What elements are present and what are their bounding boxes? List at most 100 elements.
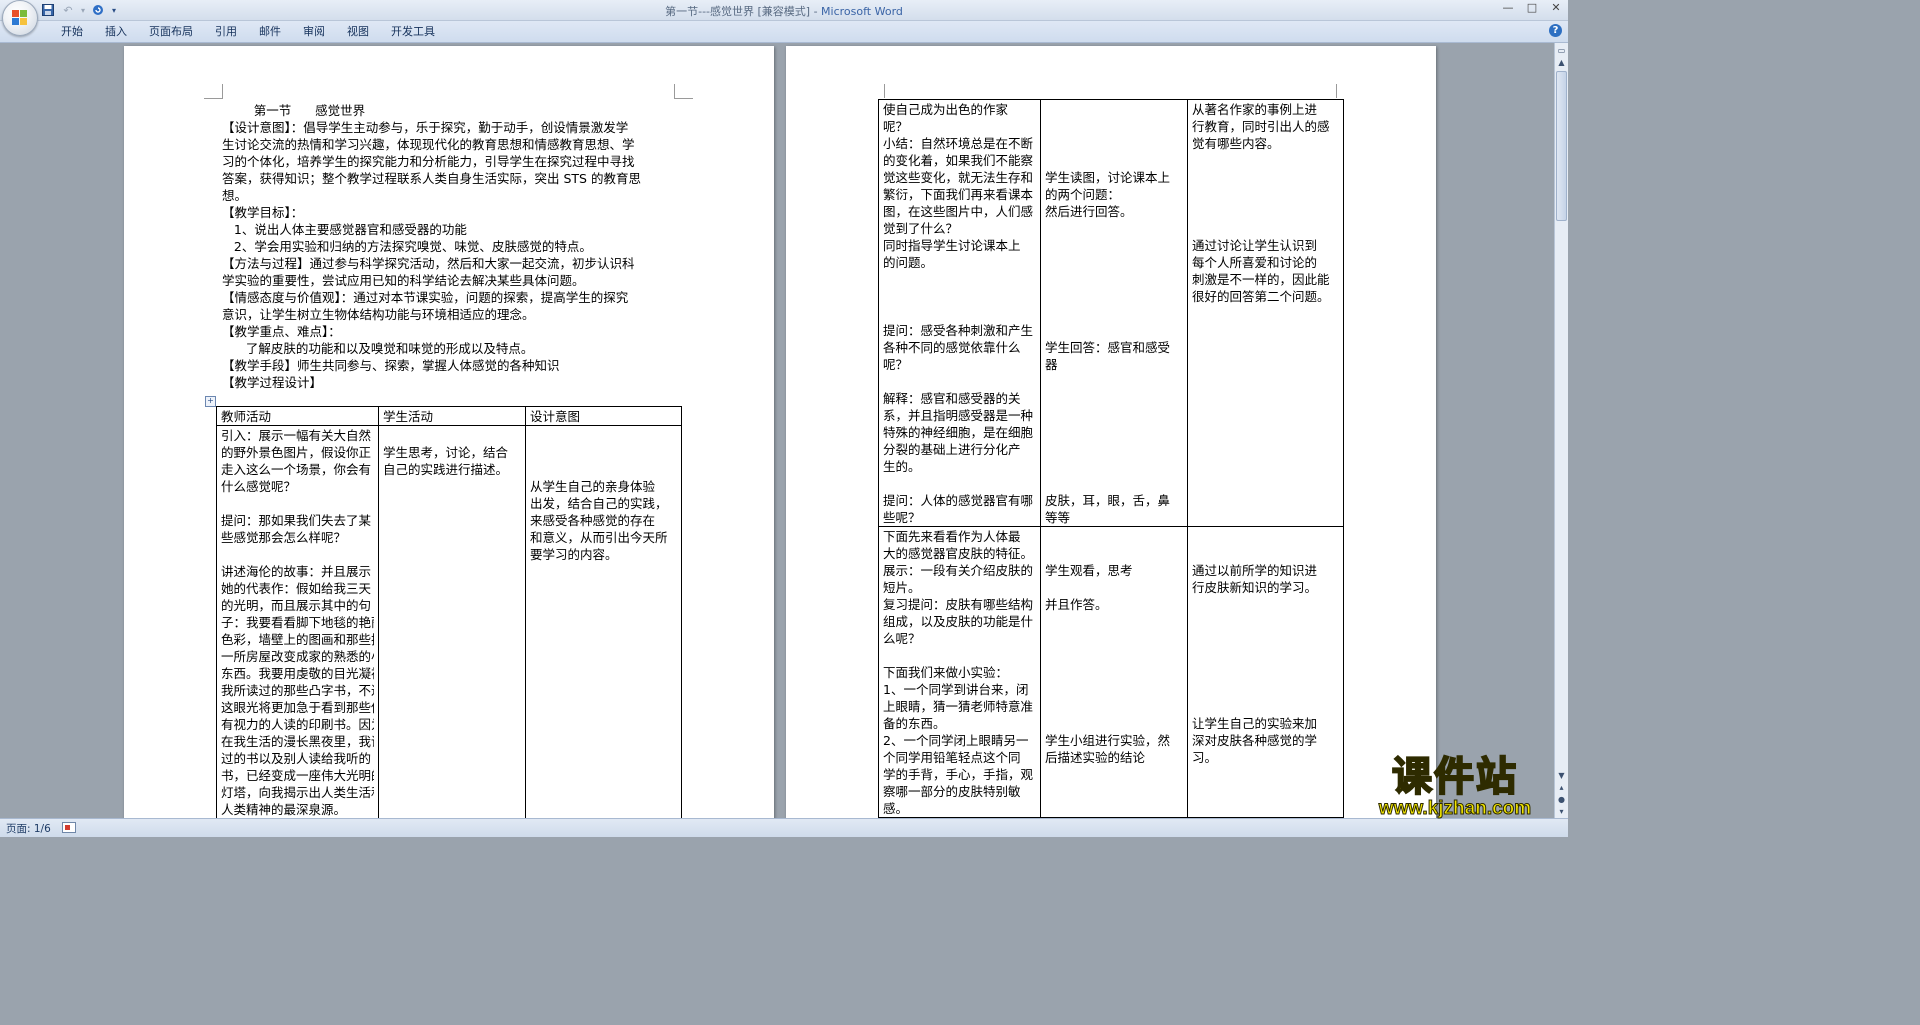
- cell-text-line: 她的代表作：假如给我三天: [221, 581, 372, 596]
- cell-text-line: 繁衍，下面我们再来看课本: [883, 187, 1034, 202]
- ribbon-tab[interactable]: 视图: [336, 24, 380, 39]
- table-row: 下面先来看看作为人体最 大的感觉器官皮肤的特征。 展示：一段有关介绍皮肤的 短片。 复习…: [878, 526, 1344, 818]
- maximize-icon[interactable]: □: [1524, 1, 1540, 15]
- cell-text-line: [1045, 135, 1183, 152]
- lesson-table: 教师活动 学生活动 设计意图 引入：展示一幅有关大自然 的野外景色图片，假设你正走…: [216, 406, 682, 819]
- previous-page-icon[interactable]: ▴: [1556, 782, 1567, 793]
- cell-text-line: [383, 529, 521, 546]
- student-activity-cell[interactable]: 学生读图，讨论课本上 的两个问题： 然后进行回答。 学生回答：感官和感受器皮肤，耳，眼…: [1040, 99, 1188, 527]
- cell-text-line: 觉有哪些内容。: [1192, 136, 1280, 151]
- close-icon[interactable]: ✕: [1548, 1, 1564, 15]
- cell-text-line: [883, 647, 1036, 664]
- cell-text-line: 子：我要看看脚下地毯的艳丽: [221, 615, 374, 630]
- proofing-status-icon[interactable]: [62, 822, 76, 833]
- header-design-intent: 设计意图: [525, 406, 682, 426]
- table-move-handle-icon[interactable]: +: [205, 396, 216, 407]
- cell-text-line: [383, 801, 521, 818]
- cell-text-line: [1045, 579, 1183, 596]
- cell-text-line: [1045, 545, 1183, 562]
- vertical-scrollbar[interactable]: ▭ ▲ ▼ ▴ ● ▾: [1554, 43, 1568, 819]
- ribbon-tab[interactable]: 开发工具: [380, 24, 446, 39]
- cell-text-line: 各种不同的感觉依靠什么: [883, 340, 1021, 355]
- body-line: 1、说出人体主要感觉器官和感受器的功能: [222, 222, 467, 237]
- student-activity-cell[interactable]: 学生观看，思考 并且作答。 学生小组进行实验，然 后描述实验的结论: [1040, 526, 1188, 818]
- design-intent-cell[interactable]: 通过以前所学的知识进 行皮肤新知识的学习。 让学生自己的实验来加 深对皮肤各种感觉的学…: [1187, 526, 1344, 818]
- ribbon-tab[interactable]: 页面布局: [138, 24, 204, 39]
- cell-text-line: [383, 767, 521, 784]
- cell-text-line: 很好的回答第二个问题。: [1192, 289, 1330, 304]
- body-line: 学实验的重要性，尝试应用已知的科学结论去解决某些具体问题。: [222, 273, 585, 288]
- document-workspace[interactable]: 第一节 感觉世界 【设计意图】：倡导学生主动参与，乐于探究，勤于动手，创设情景激发…: [0, 43, 1555, 819]
- minimize-icon[interactable]: —: [1500, 1, 1516, 15]
- teacher-activity-cell[interactable]: 使自己成为出色的作家 呢？ 小结：自然环境总是在不断 的变化着，如果我们不能察 觉这些变…: [878, 99, 1041, 527]
- cell-text-line: 些感觉那会怎么样呢？: [221, 530, 347, 545]
- cell-text-line: 下面我们来做小实验：: [883, 665, 1009, 680]
- cell-text-line: [1045, 322, 1183, 339]
- ribbon-tab[interactable]: 邮件: [248, 24, 292, 39]
- body-line: 答案，获得知识；整个教学过程联系人类自身生活实际，突出 STS 的教育思: [222, 171, 641, 186]
- cell-text-line: 和意义，从而引出今天所: [530, 530, 668, 545]
- teacher-activity-cell[interactable]: 引入：展示一幅有关大自然 的野外景色图片，假设你正 走入这么一个场景，你会有 什么感觉…: [216, 425, 379, 819]
- cell-text-line: 提问：那如果我们失去了某: [221, 513, 372, 528]
- office-button[interactable]: [2, 0, 38, 36]
- design-intent-cell[interactable]: 从学生自己的亲身体验 出发，结合自己的实践， 来感受各种感觉的存在 和意义，从而引出今…: [525, 425, 682, 819]
- cell-text-line: [530, 631, 677, 648]
- cell-text-line: 复习提问：皮肤有哪些结构: [883, 597, 1034, 612]
- cell-text-line: 展示：一段有关介绍皮肤的: [883, 563, 1034, 578]
- cell-text-line: [383, 750, 521, 767]
- scroll-down-icon[interactable]: ▼: [1556, 770, 1567, 781]
- cell-text-line: 人类精神的最深泉源。: [221, 802, 347, 817]
- cell-text-line: [530, 784, 677, 801]
- cell-text-line: 习。: [1192, 750, 1218, 765]
- cell-text-line: [1045, 424, 1183, 441]
- cell-text-line: 有视力的人读的印刷书。因为: [221, 717, 374, 732]
- ribbon-tab[interactable]: 审阅: [292, 24, 336, 39]
- document-page-2[interactable]: 使自己成为出色的作家 呢？ 小结：自然环境总是在不断 的变化着，如果我们不能察 觉这些变…: [786, 46, 1436, 819]
- cell-text-line: [383, 665, 521, 682]
- cell-text-line: 特殊的神经细胞，是在细胞: [883, 425, 1034, 440]
- document-page-1[interactable]: 第一节 感觉世界 【设计意图】：倡导学生主动参与，乐于探究，勤于动手，创设情景激发…: [124, 46, 774, 819]
- crop-mark: [1336, 84, 1355, 98]
- student-activity-cell[interactable]: 学生思考，讨论，结合自己的实践进行描述。学生回答: [378, 425, 526, 819]
- cell-text-line: [530, 750, 677, 767]
- cell-text-line: [1192, 356, 1339, 373]
- cell-text-line: 2、一个同学闭上眼睛另一: [883, 733, 1029, 748]
- browse-object-icon[interactable]: ●: [1556, 794, 1567, 805]
- cell-text-line: 并且作答。: [1045, 597, 1108, 612]
- cell-text-line: 从著名作家的事例上进: [1192, 102, 1318, 117]
- cell-text-line: 备的东西。: [883, 716, 946, 731]
- ribbon-tab[interactable]: 开始: [50, 24, 94, 39]
- body-line: 【教学目标】：: [222, 205, 304, 220]
- ruler-toggle-icon[interactable]: ▭: [1556, 45, 1567, 56]
- body-line: 【教学过程设计】: [222, 375, 323, 390]
- cell-text-line: 器: [1045, 357, 1058, 372]
- ribbon-tab[interactable]: 引用: [204, 24, 248, 39]
- design-intent-cell[interactable]: 从著名作家的事例上进 行教育，同时引出人的感 觉有哪些内容。 通过讨论让学生认识到 每个…: [1187, 99, 1344, 527]
- page-number-status[interactable]: 页面: 1/6: [6, 821, 51, 836]
- cell-text-line: [1192, 528, 1339, 545]
- cell-text-line: 学生回答：感官和感受: [1045, 340, 1171, 355]
- cell-text-line: [530, 699, 677, 716]
- cell-text-line: 大的感觉器官皮肤的特征。: [883, 546, 1034, 561]
- teacher-activity-cell[interactable]: 下面先来看看作为人体最 大的感觉器官皮肤的特征。 展示：一段有关介绍皮肤的 短片。 复习…: [878, 526, 1041, 818]
- scrollbar-thumb[interactable]: [1556, 71, 1567, 221]
- ribbon-tabs: 开始 插入 页面布局 引用 邮件 审阅 视图 开发工具: [50, 24, 446, 39]
- next-page-icon[interactable]: ▾: [1556, 806, 1567, 817]
- cell-text-line: [383, 631, 521, 648]
- cell-text-line: [1192, 698, 1339, 715]
- header-student-activity: 学生活动: [378, 406, 526, 426]
- cell-text-line: [530, 580, 677, 597]
- cell-text-line: [221, 546, 374, 563]
- help-icon[interactable]: ?: [1549, 24, 1562, 37]
- body-line: 意识，让学生树立生物体结构功能与环境相适应的理念。: [222, 307, 535, 322]
- cell-text-line: [1192, 596, 1339, 613]
- scroll-up-icon[interactable]: ▲: [1556, 57, 1567, 68]
- ribbon-tab[interactable]: 插入: [94, 24, 138, 39]
- cell-text-line: 提问：感受各种刺激和产生: [883, 323, 1034, 338]
- cell-text-line: [1192, 339, 1339, 356]
- cell-text-line: [1192, 441, 1339, 458]
- cell-text-line: [883, 475, 1036, 492]
- cell-text-line: [1192, 509, 1339, 526]
- cell-text-line: 系，并且指明感受器是一种: [883, 408, 1034, 423]
- cell-text-line: 呢？: [883, 119, 909, 134]
